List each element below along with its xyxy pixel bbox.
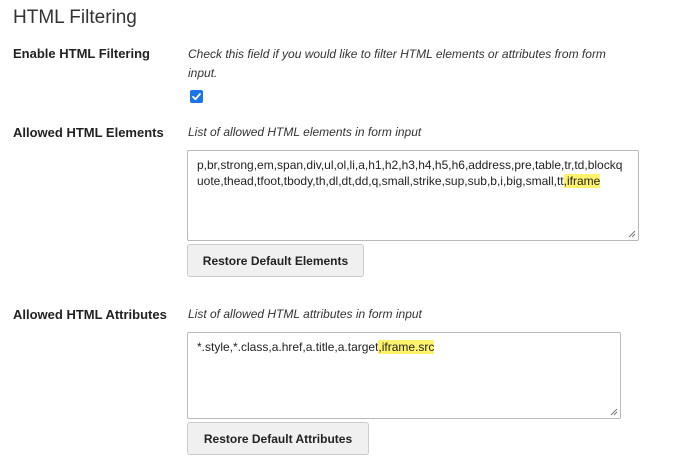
enable-filtering-help: Check this field if you would like to fi… bbox=[188, 47, 606, 80]
section-title: HTML Filtering bbox=[13, 7, 137, 28]
resize-handle-icon[interactable] bbox=[610, 408, 618, 416]
allowed-elements-value: p,br,strong,em,span,div,ul,ol,li,a,h1,h2… bbox=[197, 158, 623, 188]
allowed-elements-textarea[interactable]: p,br,strong,em,span,div,ul,ol,li,a,h1,h2… bbox=[187, 150, 639, 241]
allowed-attributes-value: *.style,*.class,a.href,a.title,a.target bbox=[197, 340, 379, 354]
allowed-attributes-textarea[interactable]: *.style,*.class,a.href,a.title,a.target,… bbox=[187, 332, 621, 419]
restore-default-elements-button[interactable]: Restore Default Elements bbox=[187, 244, 364, 277]
restore-default-attributes-button[interactable]: Restore Default Attributes bbox=[187, 422, 369, 455]
enable-filtering-checkbox[interactable] bbox=[190, 90, 203, 103]
enable-filtering-label: Enable HTML Filtering bbox=[13, 46, 150, 61]
allowed-elements-help: List of allowed HTML elements in form in… bbox=[188, 125, 422, 139]
allowed-attributes-label: Allowed HTML Attributes bbox=[13, 307, 167, 322]
allowed-attributes-help: List of allowed HTML attributes in form … bbox=[188, 307, 422, 321]
allowed-elements-highlight: ,iframe bbox=[563, 174, 601, 188]
checkmark-icon bbox=[192, 93, 201, 101]
resize-handle-icon[interactable] bbox=[628, 230, 636, 238]
allowed-attributes-highlight: ,iframe.src bbox=[378, 340, 435, 354]
allowed-elements-label: Allowed HTML Elements bbox=[13, 125, 164, 140]
